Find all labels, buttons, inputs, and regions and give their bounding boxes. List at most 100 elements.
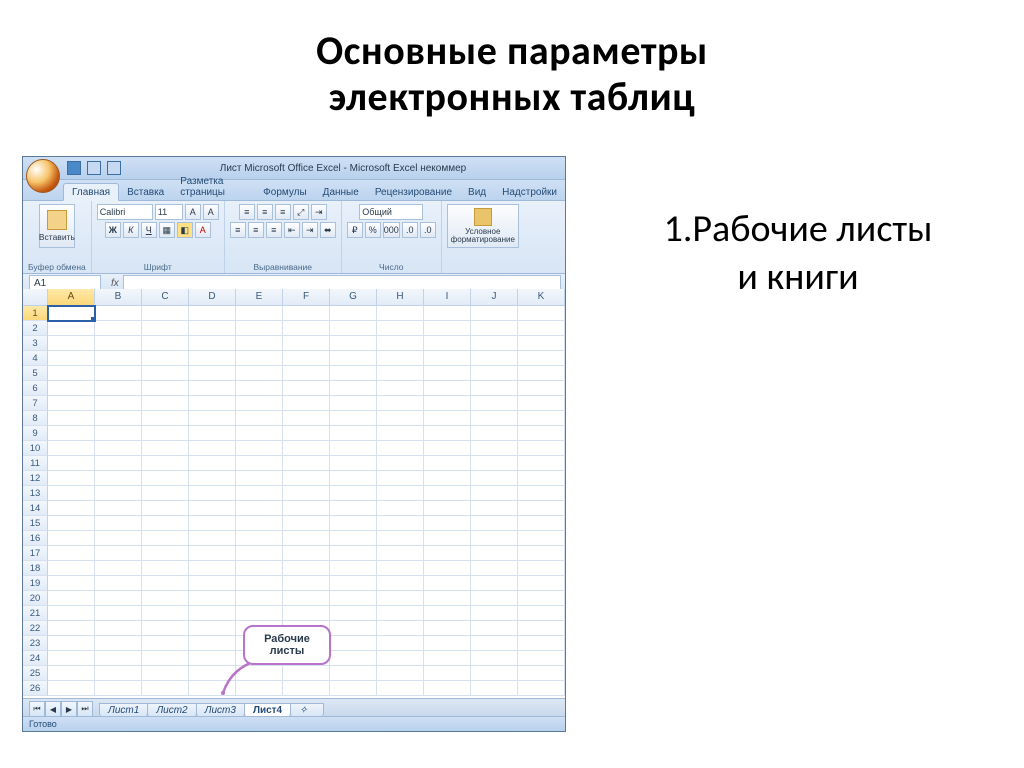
percent-button[interactable]: % (365, 222, 381, 238)
cell[interactable] (283, 501, 330, 516)
cell[interactable] (95, 651, 142, 666)
row-header[interactable]: 26 (23, 681, 48, 696)
cell[interactable] (471, 351, 518, 366)
row-header[interactable]: 25 (23, 666, 48, 681)
cell[interactable] (236, 456, 283, 471)
cell[interactable] (142, 486, 189, 501)
cell[interactable] (377, 561, 424, 576)
cell[interactable] (424, 351, 471, 366)
cell[interactable] (95, 666, 142, 681)
row-header[interactable]: 19 (23, 576, 48, 591)
cell[interactable] (95, 501, 142, 516)
cell[interactable] (142, 531, 189, 546)
cell[interactable] (95, 471, 142, 486)
cell[interactable] (48, 471, 95, 486)
cell[interactable] (330, 396, 377, 411)
cell[interactable] (330, 516, 377, 531)
cell[interactable] (518, 366, 565, 381)
cell[interactable] (377, 501, 424, 516)
cell[interactable] (283, 561, 330, 576)
row-header[interactable]: 21 (23, 606, 48, 621)
row-header[interactable]: 11 (23, 456, 48, 471)
cell[interactable] (189, 396, 236, 411)
cell[interactable] (471, 396, 518, 411)
cell[interactable] (424, 366, 471, 381)
cell[interactable] (48, 486, 95, 501)
cell[interactable] (330, 441, 377, 456)
cell[interactable] (236, 351, 283, 366)
cell[interactable] (518, 546, 565, 561)
cell[interactable] (424, 591, 471, 606)
cell[interactable] (142, 381, 189, 396)
font-name-combo[interactable]: Calibri (97, 204, 153, 220)
redo-icon[interactable] (107, 161, 121, 175)
cell[interactable] (330, 501, 377, 516)
cell[interactable] (283, 306, 330, 321)
cell[interactable] (471, 606, 518, 621)
cell[interactable] (142, 576, 189, 591)
cell[interactable] (283, 576, 330, 591)
increase-decimal-button[interactable]: .0 (402, 222, 418, 238)
cell[interactable] (471, 366, 518, 381)
cell[interactable] (283, 531, 330, 546)
cell[interactable] (471, 321, 518, 336)
cell[interactable] (518, 636, 565, 651)
cell[interactable] (377, 411, 424, 426)
cell[interactable] (330, 621, 377, 636)
cell[interactable] (518, 321, 565, 336)
cell[interactable] (377, 336, 424, 351)
wrap-text-button[interactable]: ⇥ (311, 204, 327, 220)
cell[interactable] (424, 666, 471, 681)
font-size-combo[interactable]: 11 (155, 204, 183, 220)
cell[interactable] (95, 681, 142, 696)
cell[interactable] (471, 576, 518, 591)
new-sheet-button[interactable]: ✧ (290, 703, 324, 717)
cell[interactable] (377, 456, 424, 471)
cell[interactable] (236, 546, 283, 561)
col-header[interactable]: J (471, 289, 518, 305)
cell[interactable] (424, 561, 471, 576)
decrease-decimal-button[interactable]: .0 (420, 222, 436, 238)
cell[interactable] (518, 591, 565, 606)
cell[interactable] (283, 606, 330, 621)
cell[interactable] (48, 576, 95, 591)
cell[interactable] (283, 336, 330, 351)
cell[interactable] (377, 606, 424, 621)
cell[interactable] (377, 636, 424, 651)
cell[interactable] (95, 411, 142, 426)
tab-review[interactable]: Рецензирование (367, 184, 460, 200)
grow-font-button[interactable]: A (185, 204, 201, 220)
cell[interactable] (236, 366, 283, 381)
cell[interactable] (142, 426, 189, 441)
cell[interactable] (283, 366, 330, 381)
cell[interactable] (424, 606, 471, 621)
cell[interactable] (424, 651, 471, 666)
row-header[interactable]: 8 (23, 411, 48, 426)
cell[interactable] (236, 411, 283, 426)
cell[interactable] (424, 336, 471, 351)
cell[interactable] (424, 501, 471, 516)
row-header[interactable]: 5 (23, 366, 48, 381)
cell[interactable] (95, 321, 142, 336)
tab-layout[interactable]: Разметка страницы (172, 173, 255, 200)
cell[interactable] (330, 591, 377, 606)
cell[interactable] (142, 321, 189, 336)
row-header[interactable]: 12 (23, 471, 48, 486)
cell[interactable] (95, 426, 142, 441)
cell[interactable] (518, 651, 565, 666)
orientation-button[interactable]: ⤢ (293, 204, 309, 220)
col-header[interactable]: E (236, 289, 283, 305)
cell[interactable] (424, 321, 471, 336)
office-button[interactable] (26, 159, 60, 193)
cell[interactable] (330, 336, 377, 351)
cell[interactable] (518, 606, 565, 621)
cell[interactable] (330, 681, 377, 696)
cell[interactable] (424, 531, 471, 546)
cell[interactable] (377, 576, 424, 591)
cell[interactable] (330, 606, 377, 621)
conditional-formatting-button[interactable]: Условное форматирование (447, 204, 519, 248)
row-header[interactable]: 6 (23, 381, 48, 396)
cell[interactable] (283, 426, 330, 441)
cell[interactable] (189, 336, 236, 351)
cell[interactable] (48, 561, 95, 576)
